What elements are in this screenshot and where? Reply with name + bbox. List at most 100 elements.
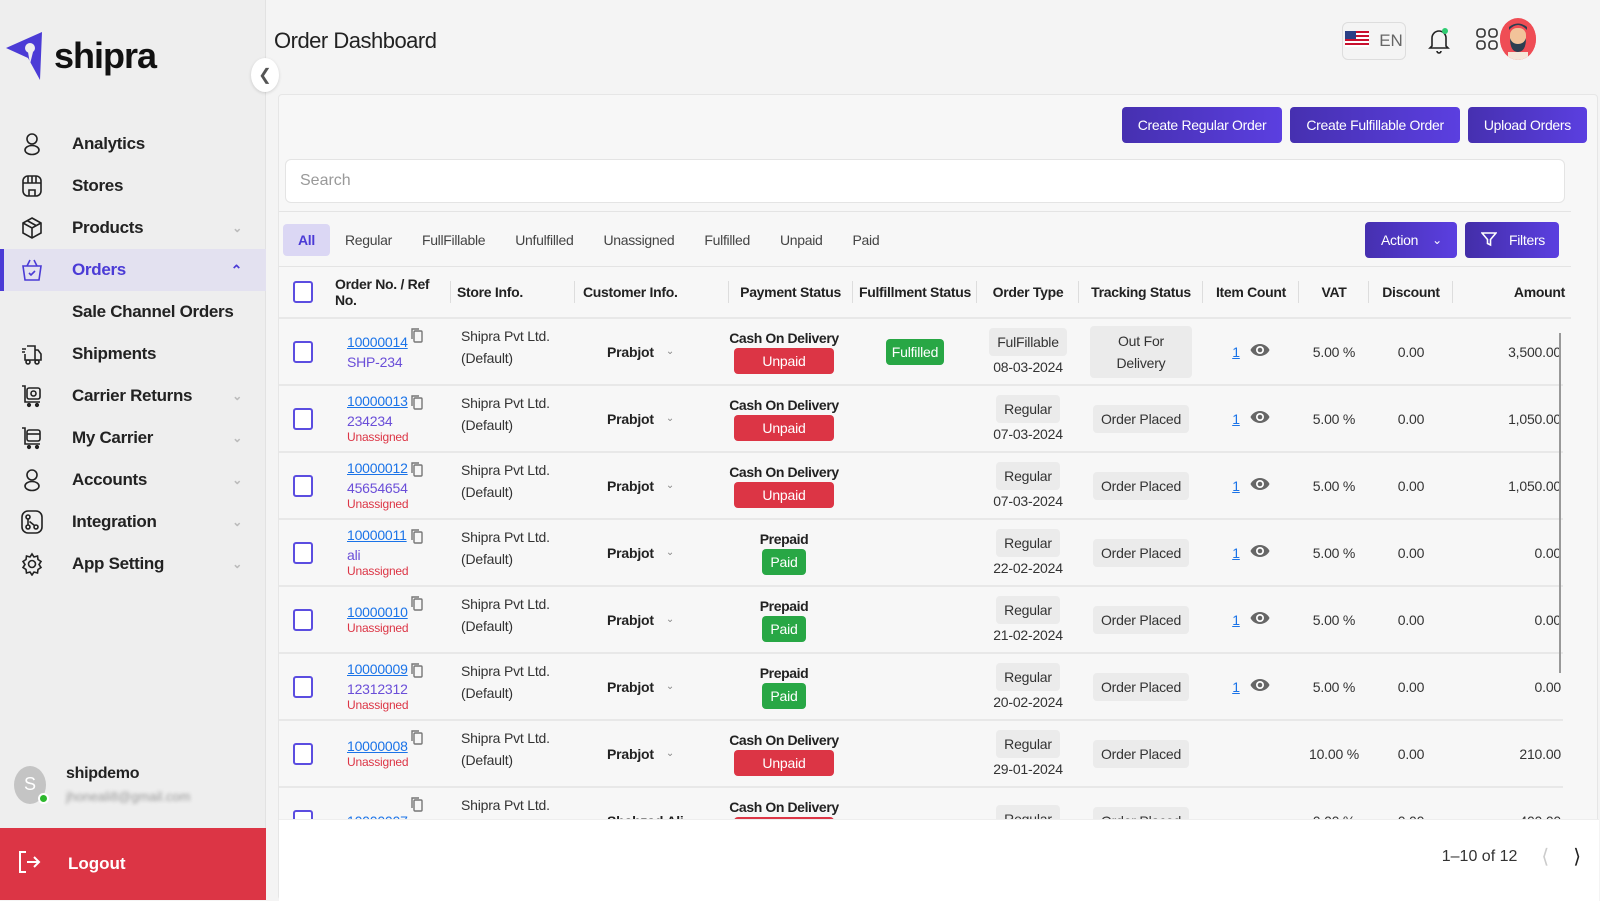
row-checkbox[interactable] <box>293 675 313 698</box>
order-number-link[interactable]: 10000009 <box>347 661 451 677</box>
column-header-order-type[interactable]: Order Type <box>977 281 1079 303</box>
tab-unfulfilled[interactable]: Unfulfilled <box>500 224 588 256</box>
row-checkbox[interactable] <box>293 809 313 819</box>
row-checkbox[interactable] <box>293 608 313 631</box>
copy-icon[interactable] <box>411 729 423 748</box>
tab-unpaid[interactable]: Unpaid <box>765 224 838 256</box>
customer-dropdown[interactable]: Prabjot ⌄ <box>607 679 729 695</box>
table-row[interactable]: 10000012 45654654 Unassigned Shipra Pvt … <box>279 453 1563 520</box>
user-profile[interactable]: S shipdemo jhoneali8@gmail.com <box>14 765 190 804</box>
copy-icon[interactable] <box>411 327 423 346</box>
order-number-link[interactable]: 10000013 <box>347 393 451 409</box>
column-header-tracking-status[interactable]: Tracking Status <box>1079 281 1203 303</box>
column-header-item-count[interactable]: Item Count <box>1203 281 1299 303</box>
row-checkbox[interactable] <box>293 742 313 765</box>
sidebar-item-integration[interactable]: Integration ⌄ <box>0 501 266 543</box>
eye-icon[interactable] <box>1250 678 1270 695</box>
copy-icon[interactable] <box>411 528 423 547</box>
sidebar-item-shipments[interactable]: Shipments <box>0 333 266 375</box>
column-header-customer-info[interactable]: Customer Info. <box>575 281 729 303</box>
row-checkbox[interactable] <box>293 407 313 430</box>
logout-button[interactable]: Logout <box>0 828 266 900</box>
column-header-discount[interactable]: Discount <box>1369 281 1453 303</box>
sidebar-subitem-sale-channel-orders[interactable]: Sale Channel Orders <box>0 291 266 333</box>
upload-orders-button[interactable]: Upload Orders <box>1467 107 1587 143</box>
customer-dropdown[interactable]: Prabjot ⌄ <box>607 746 729 762</box>
chevron-down-icon[interactable]: ⌄ <box>232 515 242 529</box>
next-page-button[interactable]: ⟩ <box>1573 844 1581 869</box>
item-count-link[interactable]: 1 <box>1232 679 1240 695</box>
tab-unassigned[interactable]: Unassigned <box>588 224 689 256</box>
column-header-vat[interactable]: VAT <box>1299 281 1369 303</box>
copy-icon[interactable] <box>411 662 423 681</box>
copy-icon[interactable] <box>411 796 423 815</box>
column-header-order-no[interactable]: Order No. / Ref No. <box>327 276 451 308</box>
order-number-link[interactable]: 10000011 <box>347 527 451 543</box>
tab-fullfillable[interactable]: FullFillable <box>407 224 500 256</box>
order-number-link[interactable]: 10000014 <box>347 334 451 350</box>
column-header-store-info[interactable]: Store Info. <box>451 281 575 303</box>
table-row[interactable]: 10000007 Shipra Pvt Ltd. (Default) Shahz… <box>279 788 1563 819</box>
eye-icon[interactable] <box>1250 477 1270 494</box>
tab-regular[interactable]: Regular <box>330 224 407 256</box>
filters-button[interactable]: Filters <box>1465 222 1559 258</box>
order-number-link[interactable]: 10000008 <box>347 738 451 754</box>
sidebar-item-accounts[interactable]: Accounts ⌄ <box>0 459 266 501</box>
chevron-down-icon[interactable]: ⌄ <box>232 557 242 571</box>
create-regular-order-button[interactable]: Create Regular Order <box>1121 107 1283 143</box>
apps-grid-icon[interactable] <box>1476 28 1498 55</box>
item-count-link[interactable]: 1 <box>1232 344 1240 360</box>
table-row[interactable]: 10000011 ali Unassigned Shipra Pvt Ltd. … <box>279 520 1563 587</box>
chevron-up-icon[interactable]: ⌃ <box>231 262 243 279</box>
select-all-checkbox[interactable] <box>293 281 313 303</box>
item-count-link[interactable]: 1 <box>1232 478 1240 494</box>
eye-icon[interactable] <box>1250 343 1270 360</box>
customer-dropdown[interactable]: Prabjot ⌄ <box>607 478 729 494</box>
table-row[interactable]: 10000008 Unassigned Shipra Pvt Ltd. (Def… <box>279 721 1563 788</box>
order-number-link[interactable]: 10000012 <box>347 460 451 476</box>
column-header-amount[interactable]: Amount <box>1453 281 1565 303</box>
chevron-down-icon[interactable]: ⌄ <box>232 431 242 445</box>
row-checkbox[interactable] <box>293 340 313 363</box>
language-selector[interactable]: EN <box>1342 22 1406 60</box>
eye-icon[interactable] <box>1250 544 1270 561</box>
customer-dropdown[interactable]: Prabjot ⌄ <box>607 411 729 427</box>
table-row[interactable]: 10000013 234234 Unassigned Shipra Pvt Lt… <box>279 386 1563 453</box>
user-avatar-icon[interactable] <box>1500 18 1536 60</box>
tab-fulfilled[interactable]: Fulfilled <box>689 224 765 256</box>
create-fulfillable-order-button[interactable]: Create Fulfillable Order <box>1290 107 1460 143</box>
sidebar-item-my-carrier[interactable]: My Carrier ⌄ <box>0 417 266 459</box>
customer-dropdown[interactable]: Prabjot ⌄ <box>607 344 729 360</box>
collapse-sidebar-button[interactable]: ❮ <box>251 58 279 92</box>
search-input[interactable]: Search <box>285 159 1565 203</box>
copy-icon[interactable] <box>411 394 423 413</box>
copy-icon[interactable] <box>411 595 423 614</box>
table-row[interactable]: 10000010 Unassigned Shipra Pvt Ltd. (Def… <box>279 587 1563 654</box>
sidebar-item-orders[interactable]: Orders ⌃ <box>0 249 266 291</box>
table-row[interactable]: 10000014 SHP-234 Shipra Pvt Ltd. (Defaul… <box>279 319 1563 386</box>
notification-bell-icon[interactable] <box>1428 26 1450 59</box>
table-scrollbar[interactable] <box>1559 333 1561 673</box>
eye-icon[interactable] <box>1250 611 1270 628</box>
copy-icon[interactable] <box>411 461 423 480</box>
table-row[interactable]: 10000009 12312312 Unassigned Shipra Pvt … <box>279 654 1563 721</box>
logo[interactable]: shipra <box>6 30 157 87</box>
chevron-down-icon[interactable]: ⌄ <box>232 473 242 487</box>
tab-paid[interactable]: Paid <box>838 224 895 256</box>
sidebar-item-app-setting[interactable]: App Setting ⌄ <box>0 543 266 585</box>
previous-page-button[interactable]: ⟨ <box>1541 844 1549 869</box>
column-header-payment-status[interactable]: Payment Status <box>729 281 853 303</box>
sidebar-item-products[interactable]: Products ⌄ <box>0 207 266 249</box>
item-count-link[interactable]: 1 <box>1232 545 1240 561</box>
row-checkbox[interactable] <box>293 474 313 497</box>
tab-all[interactable]: All <box>283 224 330 256</box>
sidebar-item-stores[interactable]: Stores <box>0 165 266 207</box>
sidebar-item-carrier-returns[interactable]: Carrier Returns ⌄ <box>0 375 266 417</box>
column-header-fulfillment-status[interactable]: Fulfillment Status <box>853 281 977 303</box>
order-number-link[interactable]: 10000010 <box>347 604 451 620</box>
chevron-down-icon[interactable]: ⌄ <box>232 221 242 235</box>
eye-icon[interactable] <box>1250 410 1270 427</box>
chevron-down-icon[interactable]: ⌄ <box>232 389 242 403</box>
sidebar-item-analytics[interactable]: Analytics <box>0 123 266 165</box>
item-count-link[interactable]: 1 <box>1232 411 1240 427</box>
